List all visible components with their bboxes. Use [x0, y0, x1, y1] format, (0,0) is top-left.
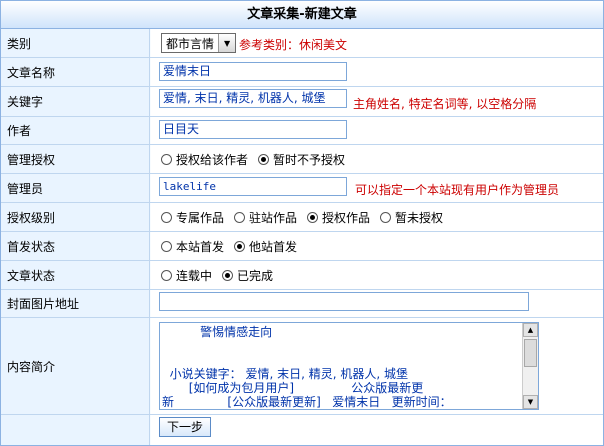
- keywords-input[interactable]: 爱情, 末日, 精灵, 机器人, 城堡: [159, 89, 347, 108]
- summary-text: 警惕情感走向 小说关键字： 爱情, 末日, 精灵, 机器人, 城堡 [如何成为包…: [162, 325, 452, 409]
- summary-textarea[interactable]: 警惕情感走向 小说关键字： 爱情, 末日, 精灵, 机器人, 城堡 [如何成为包…: [159, 322, 539, 410]
- summary-scrollbar[interactable]: ▲ ▼: [522, 323, 538, 409]
- admin-input[interactable]: lakelife: [159, 177, 347, 196]
- row-article-status: 文章状态 连载中 已完成: [1, 261, 603, 290]
- scroll-down-arrow-icon[interactable]: ▼: [523, 395, 538, 409]
- auth-level-option-1[interactable]: 驻站作品: [234, 209, 297, 226]
- cover-url-input[interactable]: [159, 292, 529, 311]
- author-label: 作者: [1, 117, 150, 144]
- scroll-thumb[interactable]: [524, 339, 537, 367]
- radio-button-selected-icon[interactable]: [234, 240, 246, 252]
- radio-button-icon[interactable]: [161, 153, 172, 165]
- author-input[interactable]: 日目天: [159, 120, 347, 139]
- category-hint: 参考类别：休闲美文: [239, 38, 348, 52]
- next-step-button[interactable]: 下一步: [159, 417, 211, 437]
- first-status-label: 首发状态: [1, 232, 150, 260]
- category-label: 类别: [1, 29, 150, 57]
- mgmt-auth-label: 管理授权: [1, 145, 150, 173]
- category-select[interactable]: 都市言情 ▼: [161, 33, 237, 53]
- auth-level-radio-group: 专属作品 驻站作品 授权作品 暂未授权: [161, 203, 453, 231]
- keywords-hint: 主角姓名, 特定名词等, 以空格分隔: [353, 97, 537, 111]
- radio-button-icon[interactable]: [161, 211, 172, 223]
- row-summary: 内容简介 警惕情感走向 小说关键字： 爱情, 末日, 精灵, 机器人, 城堡 […: [1, 318, 603, 415]
- article-status-option-1[interactable]: 已完成: [222, 267, 273, 284]
- radio-button-icon[interactable]: [234, 211, 246, 223]
- row-submit: 下一步: [1, 415, 603, 445]
- row-auth-level: 授权级别 专属作品 驻站作品 授权作品 暂未授权: [1, 203, 603, 232]
- keywords-label: 关键字: [1, 87, 150, 116]
- auth-level-option-3[interactable]: 暂未授权: [380, 209, 443, 226]
- row-keywords: 关键字 爱情, 末日, 精灵, 机器人, 城堡 主角姓名, 特定名词等, 以空格…: [1, 87, 603, 117]
- article-status-option-0[interactable]: 连载中: [161, 267, 212, 284]
- cover-url-label: 封面图片地址: [1, 290, 150, 317]
- category-selected: 都市言情: [166, 36, 215, 51]
- scroll-up-arrow-icon[interactable]: ▲: [523, 323, 538, 337]
- auth-level-option-2[interactable]: 授权作品: [307, 209, 370, 226]
- row-article-name: 文章名称 爱情末日: [1, 58, 603, 87]
- radio-button-selected-icon[interactable]: [258, 153, 270, 165]
- summary-label: 内容简介: [1, 318, 150, 414]
- row-admin: 管理员 lakelife 可以指定一个本站现有用户作为管理员: [1, 174, 603, 203]
- article-name-input[interactable]: 爱情末日: [159, 62, 347, 81]
- article-status-label: 文章状态: [1, 261, 150, 289]
- row-first-status: 首发状态 本站首发 他站首发: [1, 232, 603, 261]
- row-author: 作者 日目天: [1, 117, 603, 145]
- row-mgmt-auth: 管理授权 授权给该作者 暂时不予授权: [1, 145, 603, 174]
- radio-button-icon[interactable]: [380, 211, 392, 223]
- admin-hint: 可以指定一个本站现有用户作为管理员: [355, 183, 560, 197]
- mgmt-auth-option-0[interactable]: 授权给该作者: [161, 151, 248, 168]
- row-category: 类别 都市言情 ▼ 参考类别：休闲美文: [1, 29, 603, 58]
- mgmt-auth-radio-group: 授权给该作者 暂时不予授权: [161, 145, 355, 173]
- chevron-down-icon[interactable]: ▼: [218, 34, 236, 52]
- radio-button-selected-icon[interactable]: [222, 269, 234, 281]
- article-form: 文章采集-新建文章 类别 都市言情 ▼ 参考类别：休闲美文 文章名称 爱情末日 …: [0, 0, 604, 446]
- radio-button-icon[interactable]: [161, 240, 172, 252]
- mgmt-auth-option-1[interactable]: 暂时不予授权: [258, 151, 345, 168]
- radio-button-icon[interactable]: [161, 269, 172, 281]
- page-title: 文章采集-新建文章: [1, 1, 603, 29]
- admin-label: 管理员: [1, 174, 150, 202]
- auth-level-label: 授权级别: [1, 203, 150, 231]
- article-status-radio-group: 连载中 已完成: [161, 261, 283, 289]
- radio-button-selected-icon[interactable]: [307, 211, 319, 223]
- first-status-radio-group: 本站首发 他站首发: [161, 232, 307, 260]
- submit-label-cell: [1, 415, 150, 445]
- auth-level-option-0[interactable]: 专属作品: [161, 209, 224, 226]
- row-cover-url: 封面图片地址: [1, 290, 603, 318]
- first-status-option-1[interactable]: 他站首发: [234, 238, 297, 255]
- first-status-option-0[interactable]: 本站首发: [161, 238, 224, 255]
- article-name-label: 文章名称: [1, 58, 150, 86]
